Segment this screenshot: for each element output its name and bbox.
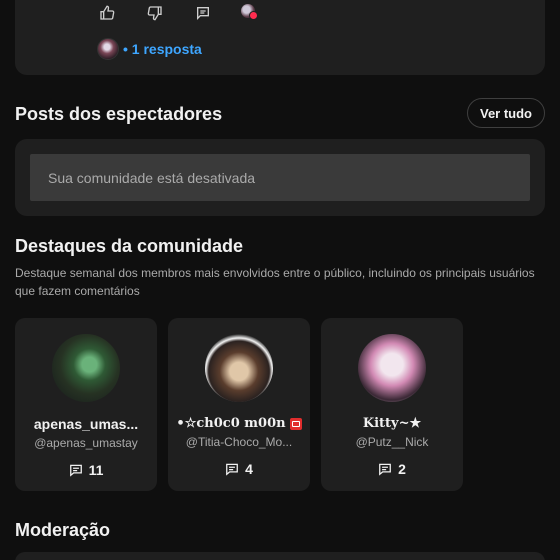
posts-card: Sua comunidade está desativada — [15, 139, 545, 216]
posts-section-title: Posts dos espectadores — [15, 104, 223, 124]
highlight-card[interactable]: apenas_umas... @apenas_umastay 11 — [15, 318, 157, 491]
see-all-button[interactable]: Ver tudo — [466, 98, 545, 128]
member-handle: @apenas_umastay — [34, 436, 138, 450]
highlights-section-title: Destaques da comunidade — [15, 236, 244, 256]
replies-toggle[interactable]: • 1 resposta — [97, 38, 202, 60]
moderation-card — [15, 552, 545, 560]
comment-count: 4 — [225, 461, 253, 477]
comment-count-value: 11 — [88, 462, 104, 478]
member-name-row: •☆ch0c0 m00n — [176, 416, 302, 431]
member-avatar — [358, 334, 426, 402]
member-avatar — [52, 334, 120, 402]
member-name: apenas_umas... — [33, 416, 139, 432]
creator-heart-icon — [241, 4, 261, 22]
highlight-cards: apenas_umas... @apenas_umastay 11 •☆ch0c… — [15, 318, 463, 491]
heart-icon — [249, 11, 258, 20]
thumbs-down-icon[interactable] — [145, 4, 165, 22]
reply-avatar — [97, 38, 119, 60]
moderation-section-title: Moderação — [15, 520, 111, 540]
member-name: •☆ch0c0 m00n — [176, 416, 286, 431]
comment-icon — [379, 463, 391, 476]
comment-actions — [97, 4, 261, 22]
comment-icon — [69, 464, 82, 477]
highlights-description: Destaque semanal dos membros mais envolv… — [15, 266, 535, 298]
comment-count: 2 — [378, 461, 406, 477]
highlight-card[interactable]: Kitty~★ @Putz__Nick 2 — [321, 318, 463, 491]
member-handle: @Putz__Nick — [355, 435, 429, 449]
page: • 1 resposta Posts dos espectadores Ver … — [0, 0, 560, 560]
comment-card: • 1 resposta — [15, 0, 545, 75]
member-handle: @Titia-Choco_Mo... — [185, 435, 293, 449]
reply-icon[interactable] — [193, 4, 213, 22]
highlight-card[interactable]: •☆ch0c0 m00n @Titia-Choco_Mo... 4 — [168, 318, 310, 491]
comment-count-value: 2 — [398, 461, 406, 477]
thumbs-up-icon[interactable] — [97, 4, 117, 22]
member-avatar — [205, 334, 273, 402]
member-badge-icon — [289, 417, 302, 430]
comment-icon — [226, 463, 238, 476]
member-name: Kitty~★ — [362, 416, 422, 431]
comment-count: 11 — [69, 462, 104, 478]
replies-count-link[interactable]: • 1 resposta — [123, 41, 202, 57]
comment-count-value: 4 — [245, 461, 253, 477]
community-disabled-field: Sua comunidade está desativada — [30, 154, 530, 201]
